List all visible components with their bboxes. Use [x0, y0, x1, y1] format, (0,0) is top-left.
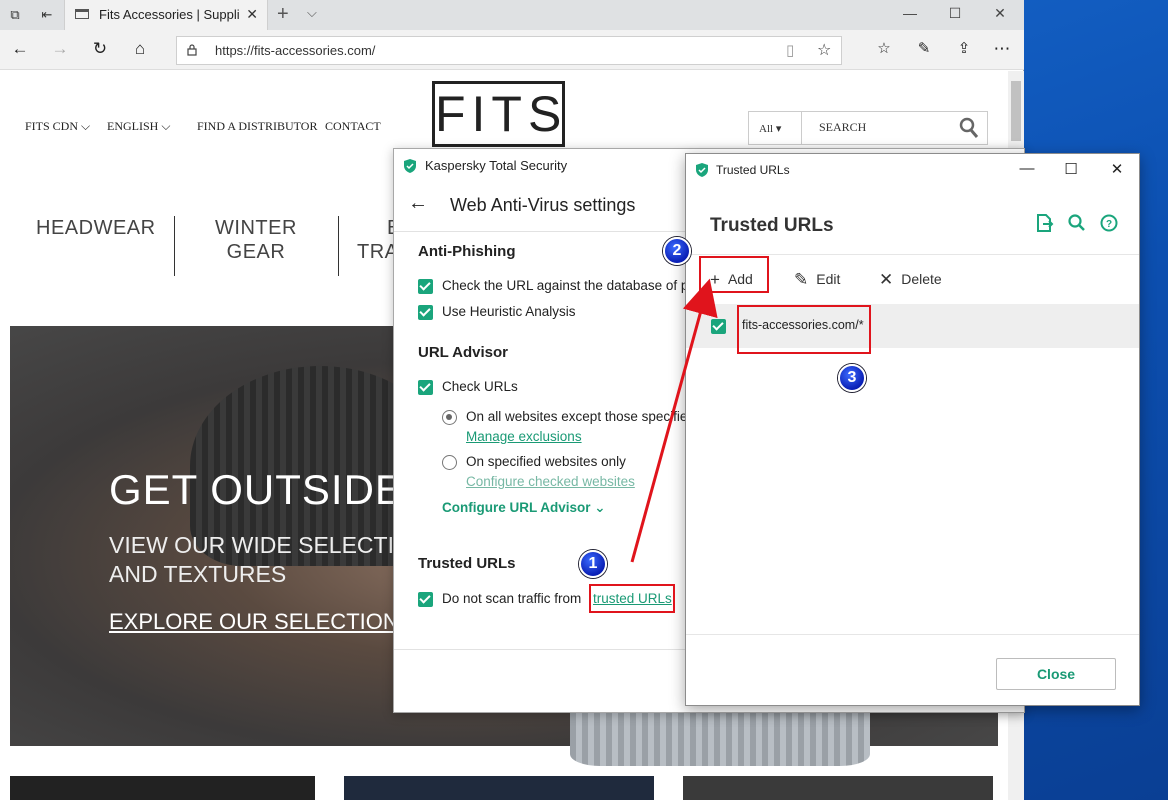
nav-find-distributor[interactable]: FIND A DISTRIBUTOR	[197, 119, 317, 134]
close-window-icon[interactable]: ✕	[980, 5, 1020, 22]
hero-heading: GET OUTSIDE	[109, 466, 404, 513]
category-winter-gear[interactable]: WINTER GEAR	[200, 216, 312, 264]
delete-button[interactable]: ✕ Delete	[879, 270, 942, 290]
url-text: https://fits-accessories.com/	[215, 43, 376, 58]
site-favicon-icon	[75, 9, 89, 19]
maximize-icon[interactable]: ☐	[1056, 160, 1086, 178]
tab-bar: ⧉ ⇤ Fits Accessories | Suppli ✕ + ⌵ — ☐ …	[0, 0, 1024, 30]
forward-icon[interactable]: →	[48, 39, 72, 59]
search-input[interactable]: SEARCH	[819, 120, 866, 135]
specified-websites-radio[interactable]	[442, 455, 457, 470]
do-not-scan-trusted-checkbox[interactable]	[418, 592, 433, 607]
manage-exclusions-link[interactable]: Manage exclusions	[466, 429, 582, 444]
anti-phishing-title: Anti-Phishing	[418, 243, 516, 260]
check-url-database-label: Check the URL against the database of p	[442, 278, 689, 293]
step-2-badge: 2	[663, 237, 691, 265]
new-tab-icon[interactable]: +	[277, 3, 289, 26]
category-divider	[338, 216, 339, 276]
search-icon[interactable]	[959, 117, 979, 139]
specified-websites-label: On specified websites only	[466, 454, 626, 469]
x-icon: ✕	[879, 270, 894, 289]
help-icon[interactable]: ?	[1098, 212, 1120, 234]
nav-fits-cdn[interactable]: FITS CDN ⌵	[25, 119, 90, 134]
set-aside-tabs-icon[interactable]: ⇤	[38, 6, 56, 24]
desktop-area	[1140, 148, 1168, 708]
trusted-urls-section-title: Trusted URLs	[418, 555, 516, 572]
check-url-database-checkbox[interactable]	[418, 279, 433, 294]
back-icon[interactable]: ←	[8, 39, 32, 59]
favorite-star-icon[interactable]: ☆	[817, 40, 831, 60]
trusted-urls-dialog: Trusted URLs — ☐ ✕ Trusted URLs ? + Add ✎…	[685, 153, 1140, 706]
category-headwear[interactable]: HEADWEAR	[36, 216, 155, 240]
step-3-badge: 3	[838, 364, 866, 392]
do-not-scan-trusted-label: Do not scan traffic from	[442, 591, 582, 606]
search-icon[interactable]	[1066, 212, 1088, 234]
category-divider	[174, 216, 175, 276]
footer-divider	[686, 634, 1139, 635]
kaspersky-shield-icon	[404, 159, 416, 173]
tab-actions-icon[interactable]: ⧉	[6, 6, 24, 24]
nav-english[interactable]: ENGLISH ⌵	[107, 119, 170, 134]
edit-button[interactable]: ✎ Edit	[794, 270, 840, 290]
product-tile[interactable]	[10, 776, 315, 800]
close-button[interactable]: Close	[996, 658, 1116, 690]
export-icon[interactable]	[1033, 212, 1055, 234]
browser-tab[interactable]: Fits Accessories | Suppli ✕	[64, 0, 268, 30]
product-tile[interactable]	[683, 776, 993, 800]
configure-url-advisor-button[interactable]: Configure URL Advisor ⌄	[442, 500, 606, 516]
lock-icon	[187, 44, 197, 56]
site-search: All ▾ SEARCH	[748, 111, 988, 145]
minimize-icon[interactable]: —	[890, 5, 930, 21]
svg-text:?: ?	[1106, 219, 1112, 230]
fits-logo[interactable]: FITS	[432, 81, 565, 147]
minimize-icon[interactable]: —	[1012, 160, 1042, 177]
address-bar[interactable]: https://fits-accessories.com/ ▯ ☆	[176, 36, 842, 65]
configure-checked-websites-link[interactable]: Configure checked websites	[466, 474, 635, 489]
notes-pen-icon[interactable]: ✎	[912, 39, 936, 57]
search-divider	[801, 112, 802, 144]
explore-selection-link[interactable]: EXPLORE OUR SELECTION	[109, 609, 399, 635]
product-tile[interactable]	[344, 776, 654, 800]
all-websites-radio[interactable]	[442, 410, 457, 425]
search-scope-select[interactable]: All ▾	[759, 122, 781, 135]
tab-title: Fits Accessories | Suppli	[99, 7, 239, 22]
close-tab-icon[interactable]: ✕	[246, 6, 258, 23]
heuristic-analysis-checkbox[interactable]	[418, 305, 433, 320]
row-checkbox[interactable]	[711, 319, 726, 334]
kaspersky-shield-icon	[696, 163, 708, 177]
step-1-badge: 1	[579, 550, 607, 578]
scrollbar-thumb[interactable]	[1011, 81, 1021, 141]
back-arrow-icon[interactable]: ←	[408, 192, 428, 215]
toolbar-divider	[686, 254, 1139, 255]
chevron-down-icon: ⌄	[594, 500, 606, 515]
dialog-window-title: Trusted URLs	[716, 163, 790, 177]
more-menu-icon[interactable]: ⋯	[990, 39, 1014, 59]
refresh-icon[interactable]: ↻	[88, 39, 112, 59]
url-advisor-title: URL Advisor	[418, 344, 509, 361]
maximize-icon[interactable]: ☐	[935, 5, 975, 22]
annotation-box-add	[699, 256, 769, 293]
category-travel[interactable]: BTRA	[357, 216, 400, 264]
check-urls-checkbox[interactable]	[418, 380, 433, 395]
dialog-heading: Trusted URLs	[710, 215, 834, 236]
all-websites-label: On all websites except those specifie	[466, 409, 688, 424]
heuristic-analysis-label: Use Heuristic Analysis	[442, 304, 576, 319]
annotation-box-url	[737, 305, 871, 354]
check-urls-label: Check URLs	[442, 379, 518, 394]
pencil-icon: ✎	[794, 270, 809, 289]
reading-view-icon[interactable]: ▯	[786, 41, 794, 59]
close-window-icon[interactable]: ✕	[1102, 160, 1132, 178]
navigation-bar: ← → ↻ ⌂ https://fits-accessories.com/ ▯ …	[0, 30, 1024, 70]
settings-heading: Web Anti-Virus settings	[450, 195, 636, 215]
share-icon[interactable]: ⇪	[952, 39, 976, 57]
window-title: Kaspersky Total Security	[425, 158, 568, 173]
annotation-box-trusted-link	[589, 584, 675, 613]
chevron-down-icon[interactable]: ⌵	[307, 5, 317, 21]
hero-subheading: VIEW OUR WIDE SELECTIO AND TEXTURES	[109, 532, 412, 587]
nav-contact[interactable]: CONTACT	[325, 119, 381, 134]
favorites-hub-icon[interactable]: ☆	[872, 39, 896, 57]
home-icon[interactable]: ⌂	[128, 39, 152, 59]
